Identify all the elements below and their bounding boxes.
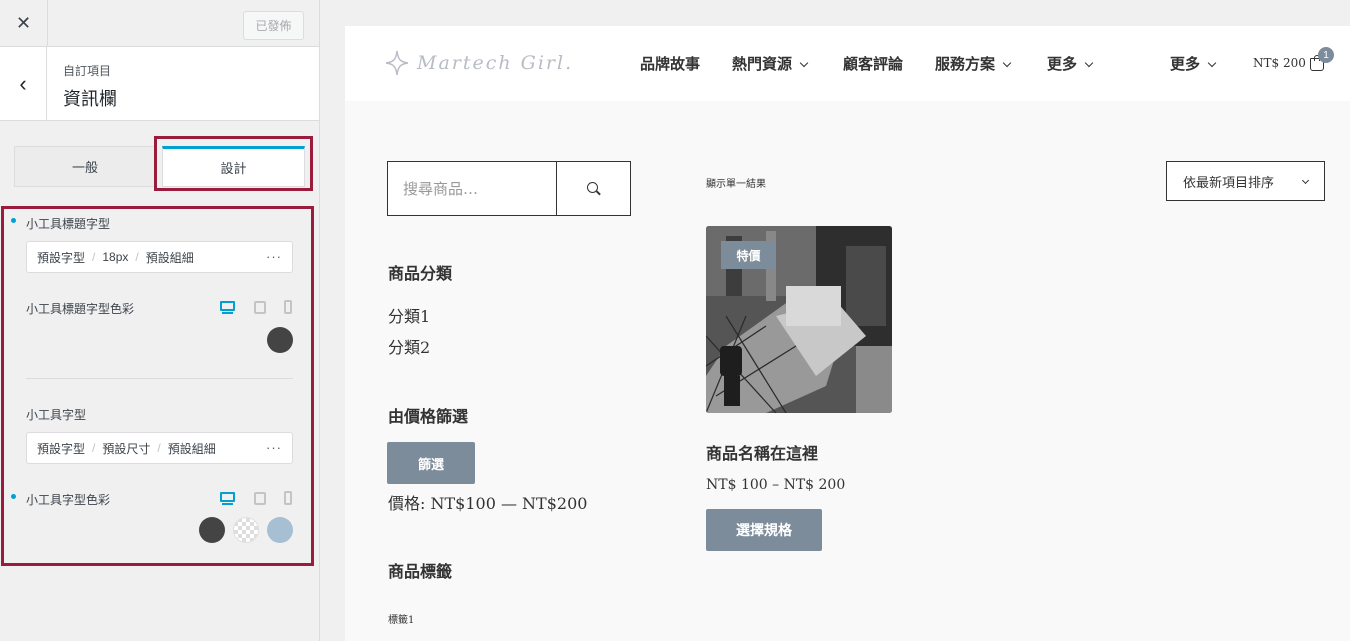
nav-item-services[interactable]: 服務方案 (935, 53, 1012, 74)
tablet-icon[interactable] (252, 491, 268, 505)
font-size-value: 18px (102, 250, 129, 264)
search-icon (586, 181, 601, 196)
tab-design[interactable]: 設計 (162, 146, 305, 187)
separator: / (92, 250, 96, 264)
site-header: Martech Girl. 品牌故事 熱門資源 顧客評論 服務方案 更多 更多 … (345, 26, 1350, 101)
font-size-value: 預設尺寸 (102, 441, 151, 456)
widget-font-label: 小工具字型 (26, 408, 87, 422)
nav-item-brand-story[interactable]: 品牌故事 (640, 53, 700, 74)
sort-label: 依最新項目排序 (1183, 175, 1275, 191)
nav-item-more[interactable]: 更多 (1047, 53, 1094, 74)
chevron-down-icon (799, 58, 809, 68)
font-family-value: 預設字型 (37, 441, 86, 456)
site-preview: Martech Girl. 品牌故事 熱門資源 顧客評論 服務方案 更多 更多 … (345, 26, 1350, 641)
color-swatch[interactable] (199, 517, 225, 543)
product-search (387, 161, 631, 216)
product-price: NT$ 100 – NT$ 200 (706, 477, 846, 493)
nav-item-reviews[interactable]: 顧客評論 (843, 53, 903, 74)
nav-item-resources[interactable]: 熱門資源 (732, 53, 809, 74)
cart-count-badge: 1 (1318, 47, 1334, 63)
chevron-down-icon (1207, 58, 1217, 68)
chevron-down-icon (1002, 58, 1012, 68)
mobile-icon[interactable] (280, 491, 296, 505)
widget-title-color-label: 小工具標題字型色彩 (26, 302, 135, 316)
widget-title-font-label: 小工具標題字型 (26, 217, 111, 231)
widget-title-font-field[interactable]: 預設字型 / 18px / 預設組細 ··· (26, 241, 293, 273)
sparkle-icon (385, 50, 409, 76)
chevron-down-icon (1084, 58, 1094, 68)
divider (26, 378, 293, 379)
desktop-icon[interactable] (219, 491, 235, 505)
back-button[interactable]: ‹ (0, 47, 47, 120)
sort-select[interactable]: 依最新項目排序 (1166, 161, 1325, 201)
customizer-panel: ✕ 已發佈 ‹ 自訂項目 資訊欄 一般 設計 小工具標題字型 預設字型 / 18… (0, 0, 320, 641)
separator: / (157, 441, 161, 455)
tab-general[interactable]: 一般 (14, 146, 156, 187)
site-logo[interactable]: Martech Girl. (385, 45, 573, 81)
result-count: 顯示單一結果 (706, 179, 766, 190)
more-options-icon[interactable]: ··· (266, 249, 282, 264)
publish-button[interactable]: 已發佈 (243, 11, 304, 40)
price-filter-title: 由價格篩選 (388, 407, 469, 426)
breadcrumb: 自訂項目 (63, 64, 112, 78)
price-range: 價格: NT$100 — NT$200 (388, 494, 588, 513)
search-input[interactable] (388, 162, 557, 215)
chevron-left-icon: ‹ (19, 70, 27, 96)
color-swatch-transparent[interactable] (233, 517, 259, 543)
product-name[interactable]: 商品名稱在這裡 (706, 440, 818, 464)
color-swatch[interactable] (267, 327, 293, 353)
search-button[interactable] (557, 162, 630, 215)
filter-button[interactable]: 篩選 (387, 442, 475, 484)
separator: / (135, 250, 139, 264)
color-swatch[interactable] (267, 517, 293, 543)
font-family-value: 預設字型 (37, 250, 86, 265)
section-header: ‹ 自訂項目 資訊欄 (0, 47, 319, 121)
more-options-icon[interactable]: ··· (266, 440, 282, 455)
category-link[interactable]: 分類1 (388, 303, 430, 327)
cart-total[interactable]: NT$ 200 (1253, 56, 1306, 70)
chevron-down-icon (1301, 176, 1310, 185)
tags-title: 商品標籤 (388, 562, 453, 581)
mobile-icon[interactable] (280, 300, 296, 314)
customizer-topbar: ✕ 已發佈 (0, 0, 319, 47)
modified-dot (11, 218, 16, 223)
section-title: 資訊欄 (63, 89, 117, 109)
tablet-icon[interactable] (252, 300, 268, 314)
nav-item-more-secondary[interactable]: 更多 (1170, 53, 1217, 74)
category-link[interactable]: 分類2 (388, 334, 430, 358)
close-button[interactable]: ✕ (0, 0, 48, 47)
product-image[interactable]: 特價 (706, 226, 892, 413)
logo-text: Martech Girl. (417, 52, 574, 74)
widget-font-color-label: 小工具字型色彩 (26, 493, 111, 507)
close-icon: ✕ (15, 13, 32, 33)
tag-link[interactable]: 標籤1 (388, 611, 414, 626)
font-weight-value: 預設組細 (145, 250, 194, 265)
categories-title: 商品分類 (388, 264, 453, 283)
widget-font-field[interactable]: 預設字型 / 預設尺寸 / 預設組細 ··· (26, 432, 293, 464)
desktop-icon[interactable] (219, 300, 235, 314)
font-weight-value: 預設組細 (167, 441, 216, 456)
sale-badge: 特價 (721, 241, 776, 269)
modified-dot (11, 494, 16, 499)
select-options-button[interactable]: 選擇規格 (706, 509, 822, 551)
separator: / (92, 441, 96, 455)
